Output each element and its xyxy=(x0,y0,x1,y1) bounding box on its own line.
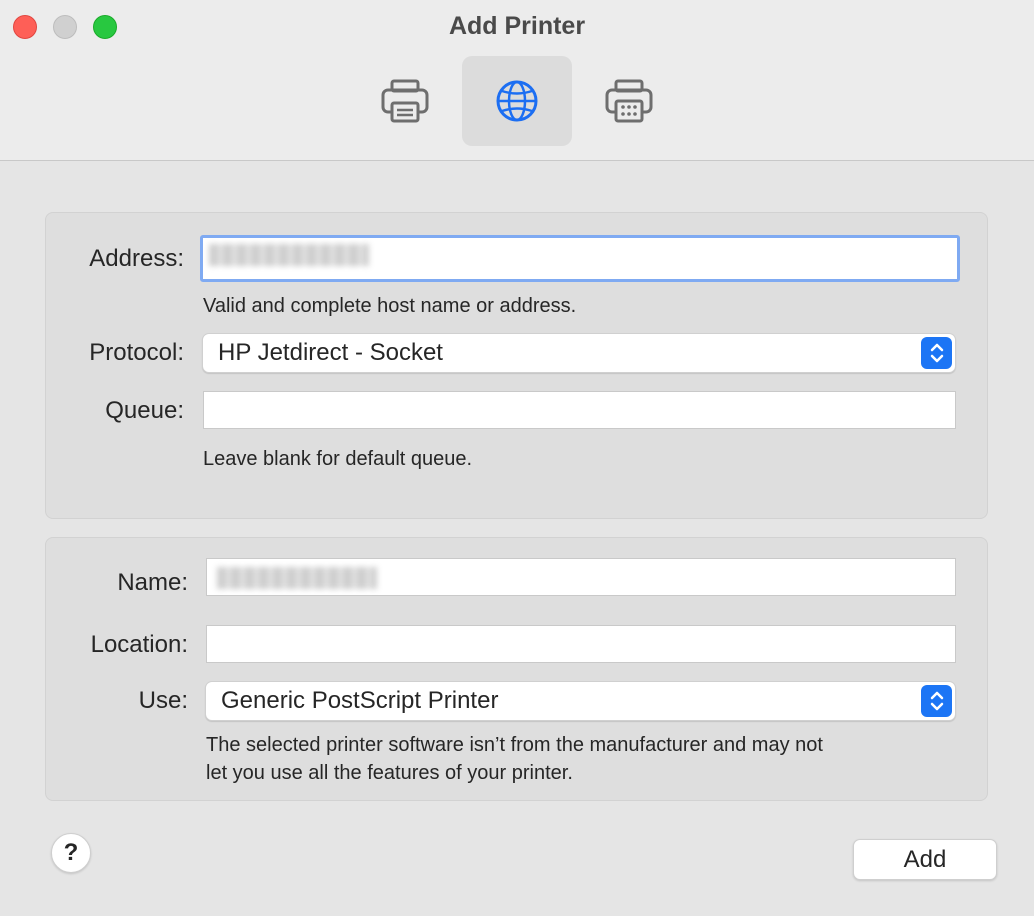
address-label: Address: xyxy=(89,245,184,272)
use-hint-line-1: The selected printer software isn’t from… xyxy=(206,734,823,756)
use-hint-line-2: let you use all the features of your pri… xyxy=(206,762,573,784)
chevron-up-down-icon xyxy=(930,691,943,711)
name-label: Name: xyxy=(117,569,188,596)
queue-input[interactable] xyxy=(203,391,956,429)
use-value: Generic PostScript Printer xyxy=(221,687,499,714)
protocol-select[interactable]: HP Jetdirect - Socket xyxy=(202,333,956,373)
printer-fax-icon xyxy=(605,79,653,123)
protocol-label: Protocol: xyxy=(89,339,184,366)
printer-icon xyxy=(381,79,429,123)
window-title: Add Printer xyxy=(448,12,586,40)
globe-icon xyxy=(496,80,538,122)
location-input[interactable] xyxy=(206,625,956,663)
toolbar-ip-button[interactable] xyxy=(462,56,572,146)
use-select[interactable]: Generic PostScript Printer xyxy=(205,681,956,721)
location-label: Location: xyxy=(90,631,188,658)
chevron-up-down-icon xyxy=(930,343,943,363)
help-button[interactable]: ? xyxy=(51,833,91,873)
use-label: Use: xyxy=(138,687,188,714)
add-printer-window: Add Printer Address: Valid and complete … xyxy=(0,0,1034,916)
use-stepper[interactable] xyxy=(921,685,952,717)
queue-label: Queue: xyxy=(105,397,184,424)
add-button[interactable]: Add xyxy=(853,839,997,880)
redacted-name-value xyxy=(217,566,377,589)
address-input[interactable] xyxy=(200,235,960,282)
address-hint: Valid and complete host name or address. xyxy=(203,295,577,317)
title-bar: Add Printer xyxy=(0,0,1034,161)
toolbar-default-button[interactable] xyxy=(350,56,460,146)
protocol-value: HP Jetdirect - Socket xyxy=(218,339,443,366)
name-input[interactable] xyxy=(206,558,956,596)
redacted-address-value xyxy=(209,243,369,266)
queue-hint: Leave blank for default queue. xyxy=(203,448,473,470)
toolbar-windows-button[interactable] xyxy=(574,56,684,146)
protocol-stepper[interactable] xyxy=(921,337,952,369)
